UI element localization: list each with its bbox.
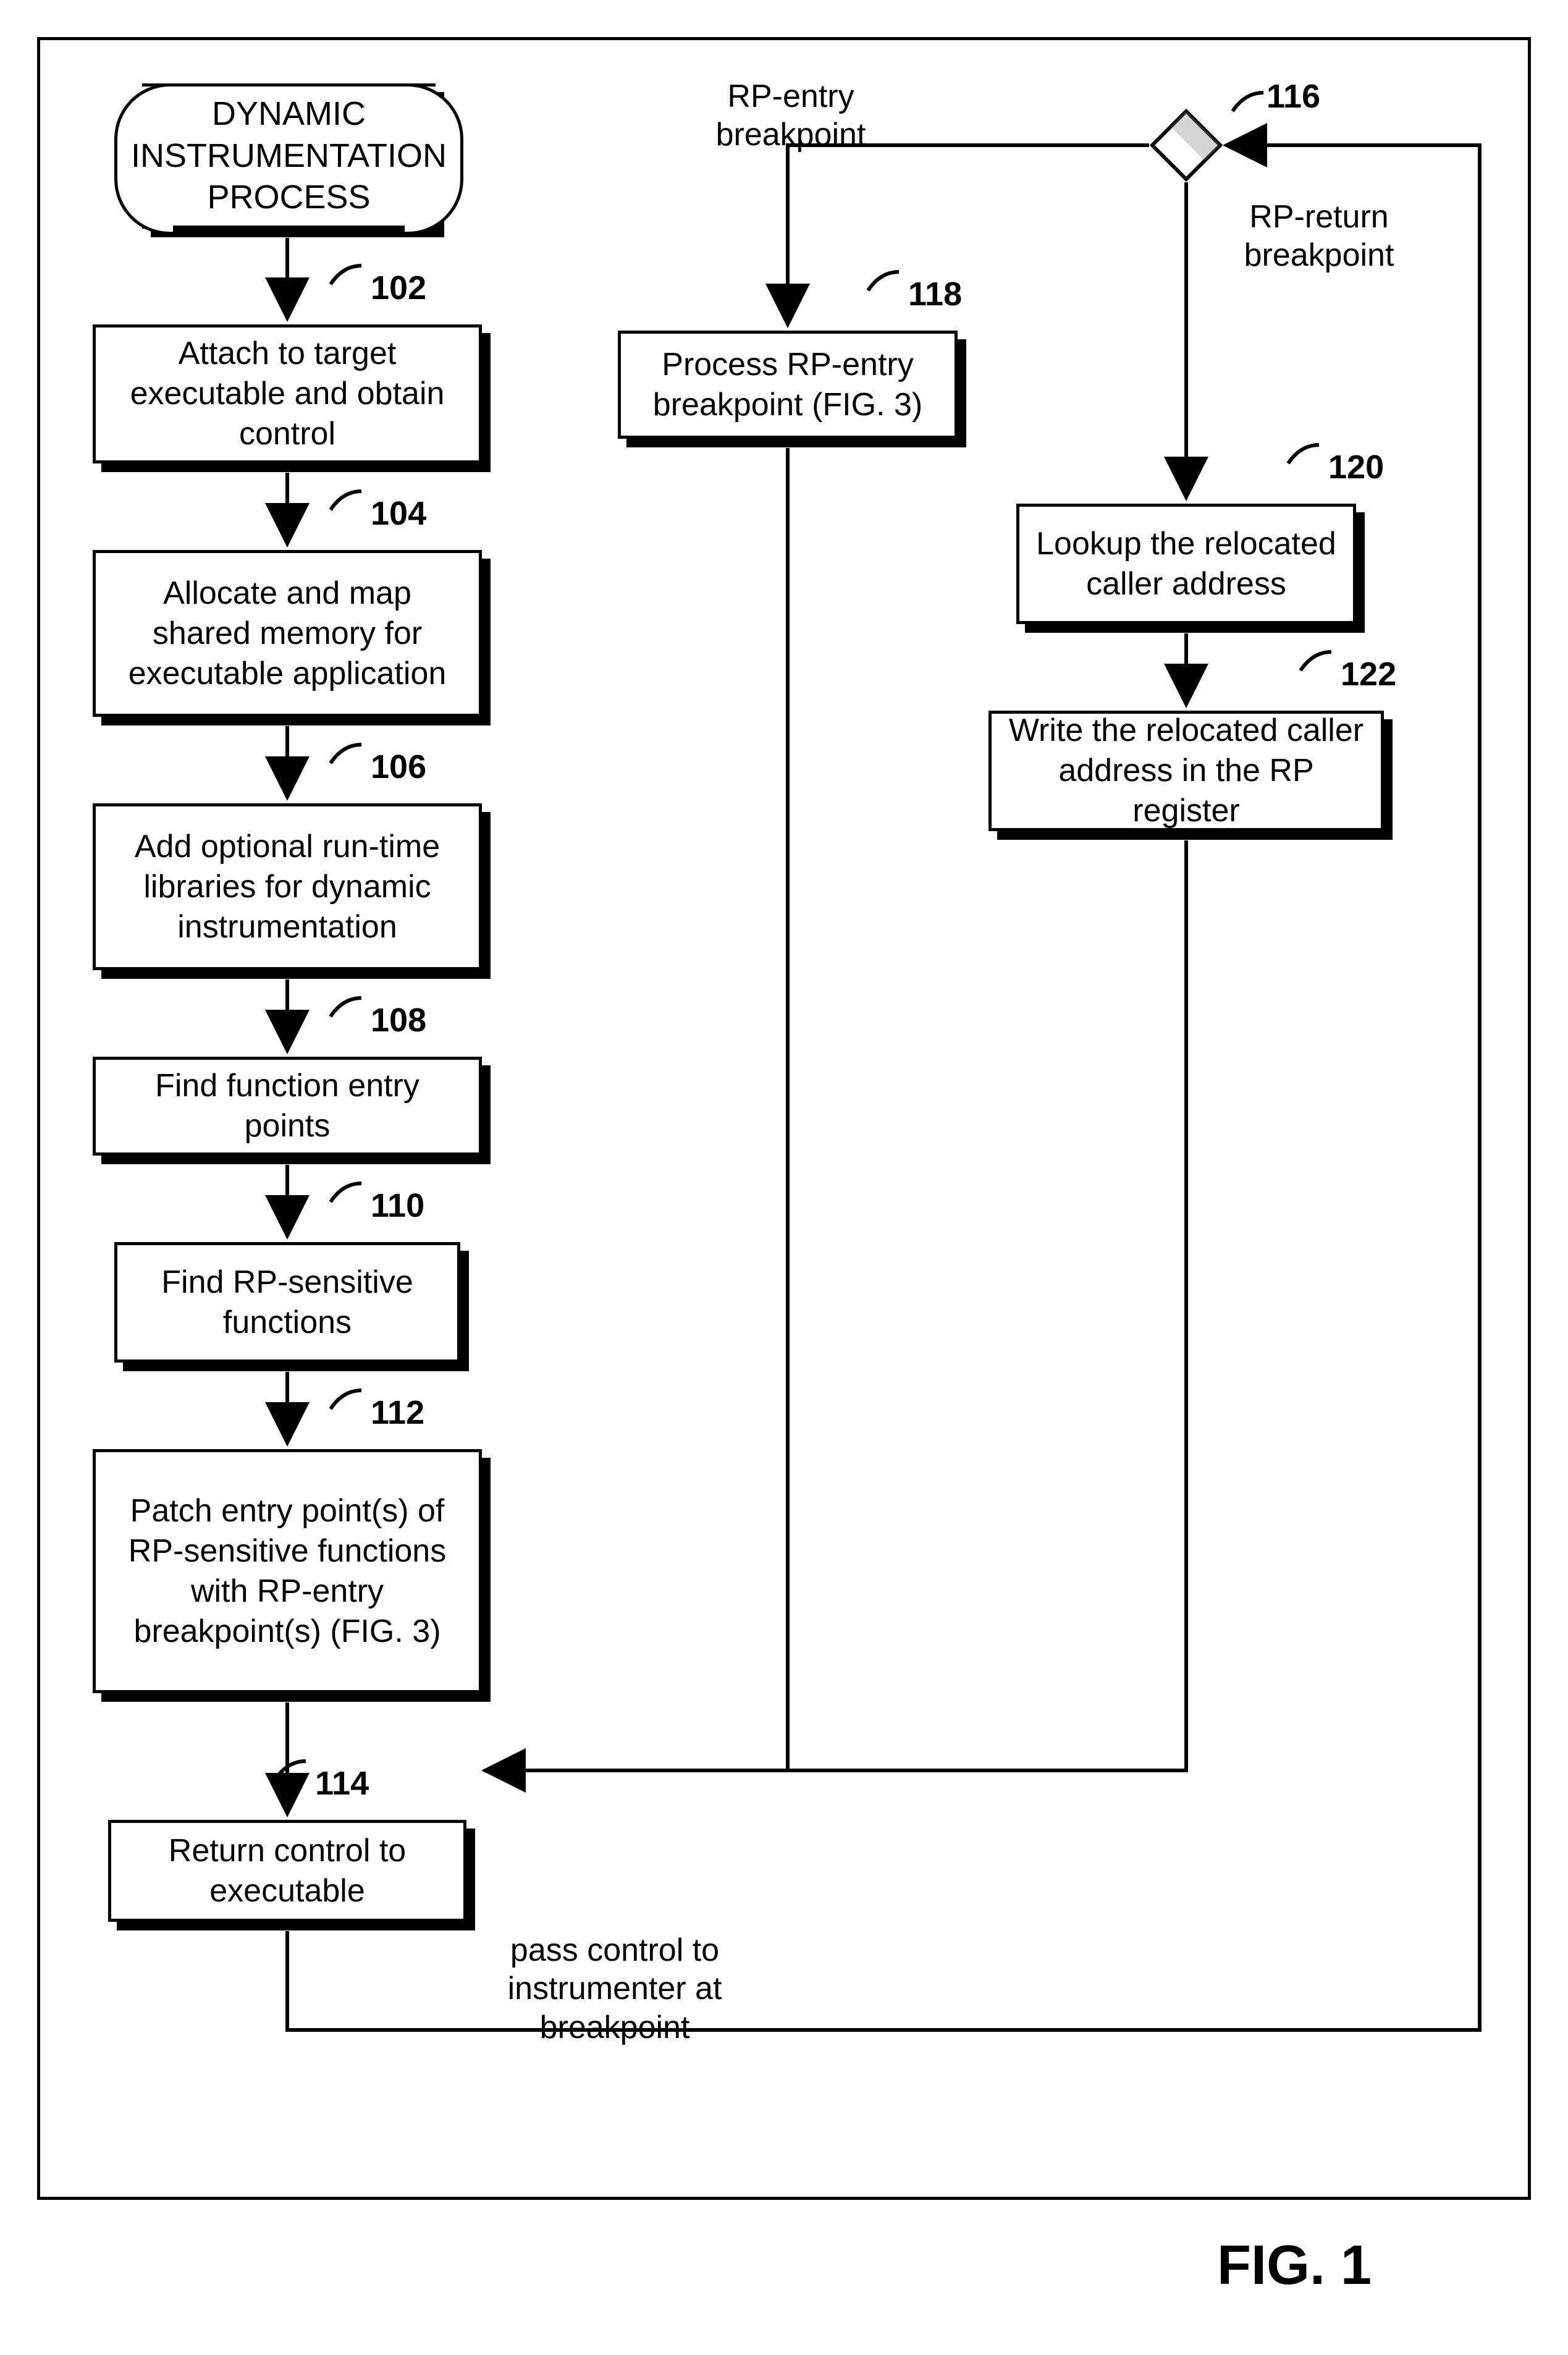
step-114: Return control to executable xyxy=(108,1820,466,1922)
num-116: 116 xyxy=(1267,77,1320,116)
step-112: Patch entry point(s) of RP-sensitive fun… xyxy=(93,1449,482,1693)
num-114: 114 xyxy=(315,1764,369,1803)
figure-label: FIG. 1 xyxy=(1217,2234,1372,2298)
label-rp-entry: RP-entry breakpoint xyxy=(704,77,877,154)
num-108: 108 xyxy=(371,1001,426,1039)
step-122: Write the relocated caller address in th… xyxy=(988,711,1384,831)
num-112: 112 xyxy=(371,1393,424,1432)
step-110: Find RP-sensitive functions xyxy=(114,1242,460,1363)
num-122: 122 xyxy=(1341,655,1396,693)
start-title: DYNAMIC INSTRUMENTATION PROCESS xyxy=(131,93,447,219)
start-terminator: DYNAMIC INSTRUMENTATION PROCESS xyxy=(142,83,436,229)
num-110: 110 xyxy=(371,1186,424,1225)
num-104: 104 xyxy=(371,494,426,533)
label-rp-return: RP-return breakpoint xyxy=(1233,198,1406,275)
num-106: 106 xyxy=(371,748,426,786)
num-120: 120 xyxy=(1328,448,1384,486)
num-118: 118 xyxy=(908,275,962,313)
step-104: Allocate and map shared memory for execu… xyxy=(93,550,482,717)
decision-116 xyxy=(1149,108,1223,182)
diagram-frame: DYNAMIC INSTRUMENTATION PROCESS Attach t… xyxy=(37,37,1531,2200)
step-120: Lookup the relocated caller address xyxy=(1016,504,1356,624)
step-106: Add optional run-time libraries for dyna… xyxy=(93,803,482,970)
step-108: Find function entry points xyxy=(93,1057,482,1156)
num-102: 102 xyxy=(371,269,426,307)
step-102: Attach to target executable and obtain c… xyxy=(93,324,482,463)
label-pass-control: pass control to instrumenter at breakpoi… xyxy=(497,1931,732,2047)
step-118: Process RP-entry breakpoint (FIG. 3) xyxy=(618,331,958,439)
